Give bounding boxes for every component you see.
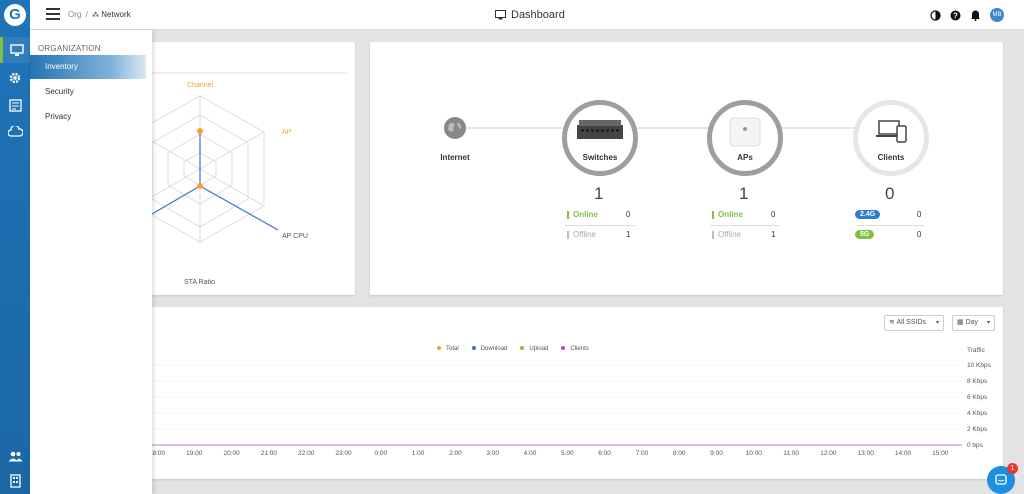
internet-globe-icon <box>444 117 466 139</box>
aps-count: 1 <box>739 184 749 203</box>
traffic-legend: Total Download Upload Clients <box>437 346 589 352</box>
ssid-filter-dropdown[interactable]: ≋ All SSIDs ▾ <box>884 315 944 331</box>
radar-label-ap-cpu: AP CPU <box>282 233 308 240</box>
switches-online-value: 0 <box>626 210 631 219</box>
breadcrumb: Org / ⁂ Network <box>68 10 131 19</box>
aps-online-label: Online <box>712 210 743 219</box>
band-24g-value: 0 <box>917 210 922 219</box>
flyout-section-title: ORGANIZATION <box>38 44 101 53</box>
aps-node[interactable]: APs <box>707 100 783 176</box>
switches-offline-label: Offline <box>567 230 596 239</box>
band-5g-value: 0 <box>917 230 922 239</box>
chevron-down-icon: ▾ <box>986 320 990 326</box>
organization-flyout-menu: ORGANIZATION Inventory Security Privacy <box>30 30 152 494</box>
menu-item-privacy[interactable]: Privacy <box>30 105 152 129</box>
rss-icon: ≋ <box>889 319 895 326</box>
breadcrumb-current[interactable]: Network <box>101 10 130 19</box>
band-24g-badge: 2.4G <box>855 210 881 219</box>
monitor-icon[interactable] <box>0 37 30 63</box>
menu-item-inventory[interactable]: Inventory <box>30 55 146 79</box>
switches-online-label: Online <box>567 210 598 219</box>
network-icon: ⁂ <box>92 12 100 19</box>
header-actions: ? MB <box>930 8 1004 22</box>
traffic-card <box>30 307 1003 479</box>
report-icon[interactable] <box>0 92 30 118</box>
chat-unread-badge: 1 <box>1007 463 1018 474</box>
switch-device-icon <box>577 120 623 139</box>
radar-label-channel: Channel <box>187 82 214 89</box>
menu-item-security[interactable]: Security <box>30 80 152 104</box>
svg-text:?: ? <box>953 11 958 20</box>
aps-online-value: 0 <box>771 210 776 219</box>
radar-point-channel <box>197 128 203 134</box>
legend-total[interactable]: Total <box>437 346 459 352</box>
switches-offline-value: 1 <box>626 230 631 239</box>
theme-toggle-icon[interactable] <box>930 9 941 21</box>
calendar-icon: ▦ <box>957 319 964 326</box>
page-title: Dashboard <box>495 9 565 21</box>
aps-offline-label: Offline <box>712 230 741 239</box>
breadcrumb-separator: / <box>85 10 88 19</box>
building-icon[interactable] <box>0 468 30 494</box>
aps-offline-value: 1 <box>771 230 776 239</box>
radar-label-sta-ratio: STA Ratio <box>184 279 215 286</box>
cloud-icon[interactable] <box>0 119 30 145</box>
page-title-text: Dashboard <box>511 9 565 21</box>
radar-label-ap: AP <box>282 129 292 136</box>
dashboard-monitor-icon <box>495 10 506 20</box>
clients-count: 0 <box>885 184 895 203</box>
legend-upload[interactable]: Upload <box>520 346 548 352</box>
gear-icon[interactable] <box>0 65 30 91</box>
chevron-down-icon: ▾ <box>935 320 939 326</box>
legend-clients[interactable]: Clients <box>561 346 589 352</box>
access-point-icon <box>729 117 761 147</box>
internet-label: Internet <box>440 153 470 162</box>
bell-icon[interactable] <box>970 9 981 21</box>
period-filter-dropdown[interactable]: ▦ Day ▾ <box>952 315 995 331</box>
clients-node[interactable]: Clients <box>853 100 929 176</box>
switches-node[interactable]: Switches <box>562 100 638 176</box>
chat-support-button[interactable]: 1 <box>987 463 1018 494</box>
left-nav-rail: G <box>0 0 30 494</box>
app-logo[interactable]: G <box>4 4 26 26</box>
hamburger-menu-icon[interactable] <box>46 8 60 20</box>
band-5g-badge: 5G <box>855 230 875 239</box>
users-icon[interactable] <box>0 443 30 469</box>
switches-count: 1 <box>594 184 604 203</box>
legend-download[interactable]: Download <box>471 346 507 352</box>
help-icon[interactable]: ? <box>950 10 961 21</box>
switches-label: Switches <box>582 153 618 162</box>
radar-point-center <box>197 183 203 189</box>
clients-label: Clients <box>877 153 905 162</box>
chat-icon <box>995 474 1007 485</box>
period-filter-value: Day <box>965 319 979 326</box>
user-avatar[interactable]: MB <box>990 8 1004 22</box>
y-axis-title: Traffic <box>967 347 985 354</box>
topology-card: Internet Switches 1 Online 0 Offline 1 A… <box>370 42 1003 295</box>
breadcrumb-org[interactable]: Org <box>68 10 81 19</box>
top-header: Org / ⁂ Network Dashboard ? MB <box>30 0 1024 30</box>
ssid-filter-value: All SSIDs <box>896 319 926 326</box>
aps-label: APs <box>737 153 753 162</box>
laptop-phone-icon <box>876 120 907 143</box>
